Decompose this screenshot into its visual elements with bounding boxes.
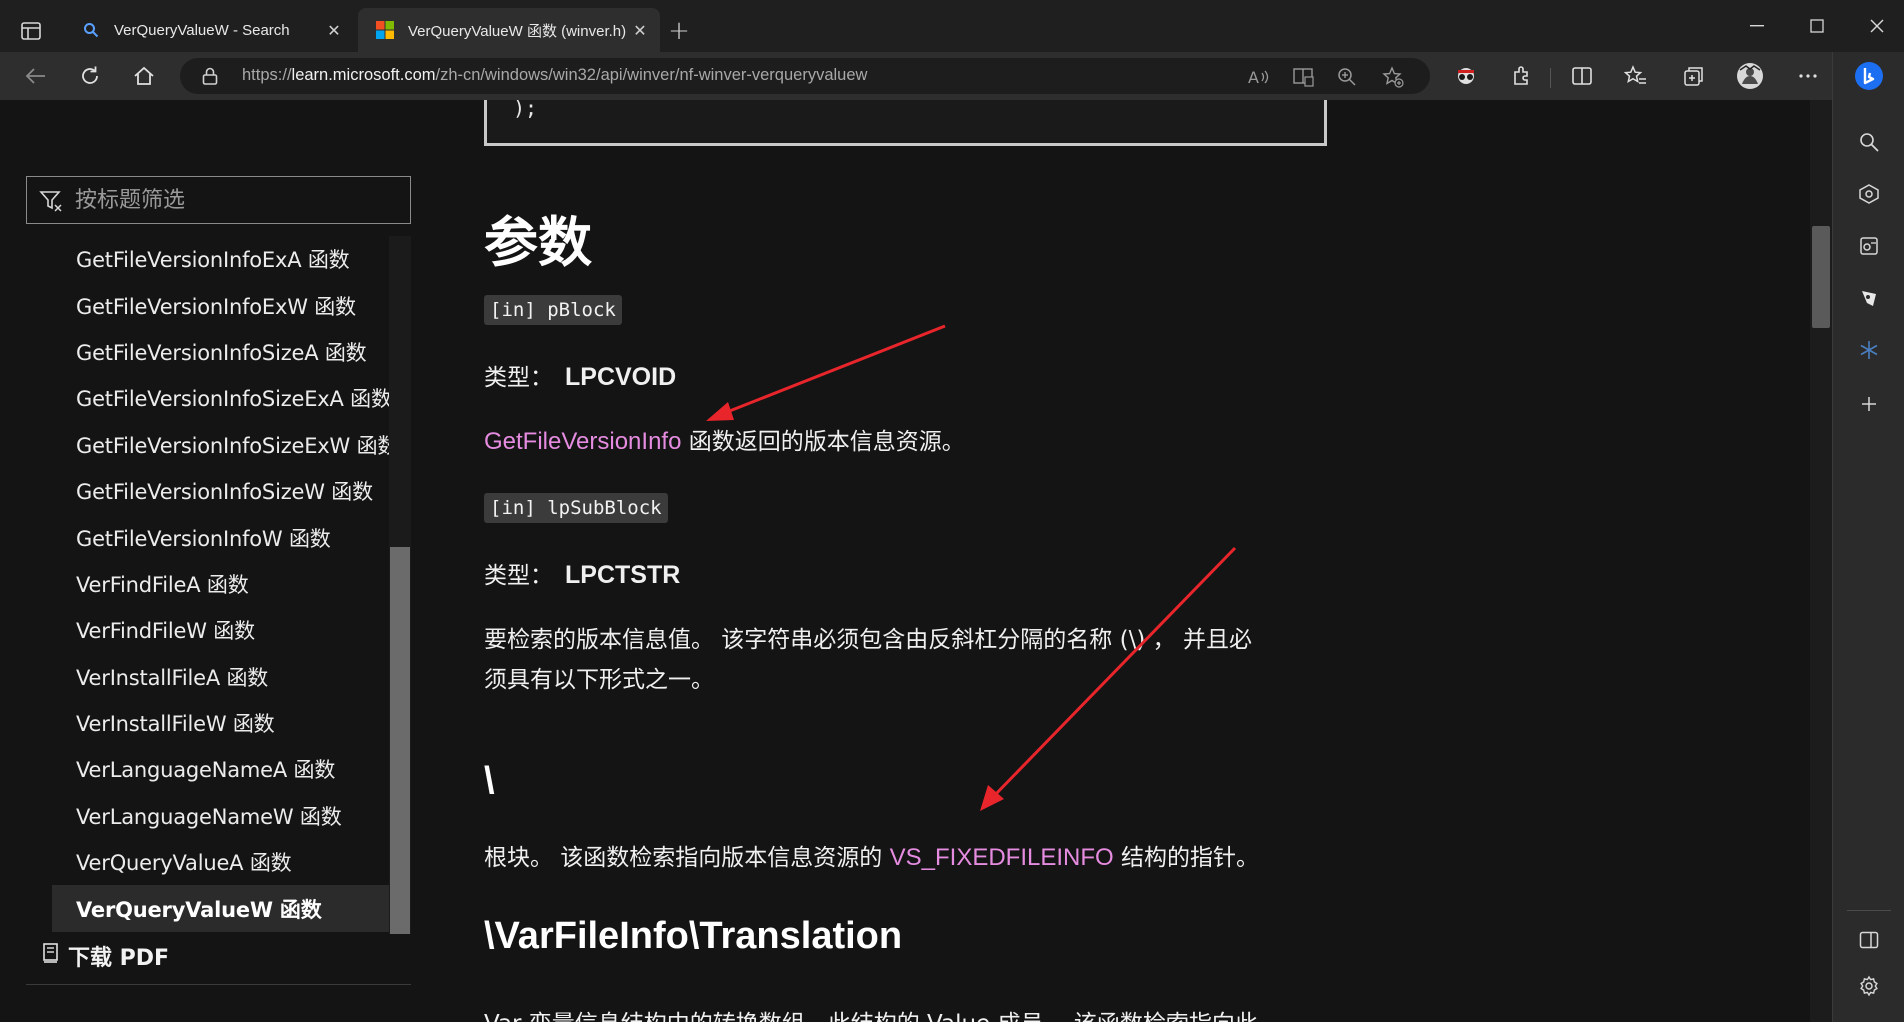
param-lpsubblock-tag: [in] lpSubBlock xyxy=(484,493,668,523)
toc-item[interactable]: VerFindFileA 函数 xyxy=(26,561,411,607)
add-sidebar-app-icon[interactable] xyxy=(1853,388,1885,420)
extension-glasses-icon[interactable] xyxy=(1452,62,1480,90)
download-pdf-link[interactable]: 下载 PDF xyxy=(42,938,169,974)
param-pblock-type: 类型： LPCVOID xyxy=(484,357,676,398)
root-heading: \ xyxy=(484,760,495,802)
split-screen-icon[interactable] xyxy=(1568,62,1596,90)
param-pblock-tag: [in] pBlock xyxy=(484,295,622,325)
toc-scrollbar-thumb[interactable] xyxy=(390,547,410,934)
desc-text: 结构的指针。 xyxy=(1113,845,1259,871)
home-icon[interactable] xyxy=(126,60,162,92)
hide-sidebar-icon[interactable] xyxy=(1853,924,1885,956)
type-value: LPCVOID xyxy=(565,363,677,391)
toc-list: GetFileVersionInfoExA 函数 GetFileVersionI… xyxy=(26,236,411,934)
toc-item[interactable]: GetFileVersionInfoSizeW 函数 xyxy=(26,468,411,514)
tab-title: VerQueryValueW - Search xyxy=(114,21,290,39)
desc-text: 函数返回的版本信息资源。 xyxy=(681,429,965,455)
toc-item[interactable]: GetFileVersionInfoExA 函数 xyxy=(26,236,411,282)
divider xyxy=(1847,910,1891,911)
pdf-document-icon xyxy=(42,943,60,969)
desc-text: 根块。 该函数检索指向版本信息资源的 xyxy=(484,845,890,871)
toc-item[interactable]: GetFileVersionInfoW 函数 xyxy=(26,514,411,560)
games-icon[interactable] xyxy=(1853,282,1885,314)
article-content: ); 参数 [in] pBlock 类型： LPCVOID GetFileVers… xyxy=(450,100,1810,1022)
bing-copilot-icon[interactable] xyxy=(1853,60,1885,92)
toc-item[interactable]: GetFileVersionInfoSizeA 函数 xyxy=(26,329,411,375)
address-bar[interactable]: https://learn.microsoft.com/zh-cn/window… xyxy=(180,58,1430,94)
refresh-icon[interactable] xyxy=(72,60,108,92)
extensions-puzzle-icon[interactable] xyxy=(1508,62,1536,90)
immersive-reader-icon[interactable] xyxy=(1292,66,1314,88)
toc-item[interactable]: VerQueryValueA 函数 xyxy=(26,839,411,885)
parameters-heading: 参数 xyxy=(484,211,592,274)
tab-search[interactable]: VerQueryValueW - Search ✕ xyxy=(64,8,354,52)
root-desc: 根块。 该函数检索指向版本信息资源的 VS_FIXEDFILEINFO 结构的指… xyxy=(484,838,1259,878)
translation-heading: \VarFileInfo\Translation xyxy=(484,915,903,957)
search-icon xyxy=(82,21,100,39)
url-scheme: https:// xyxy=(242,66,292,84)
snowflake-extension-icon[interactable] xyxy=(1853,334,1885,366)
svg-text:A: A xyxy=(1248,68,1259,86)
maximize-icon[interactable] xyxy=(1790,8,1844,44)
url-host: learn.microsoft.com xyxy=(291,66,436,84)
favorites-icon[interactable] xyxy=(1622,62,1650,90)
microsoft-logo-icon xyxy=(376,21,394,39)
toc-item[interactable]: VerInstallFileW 函数 xyxy=(26,700,411,746)
getfileversioninfo-link[interactable]: GetFileVersionInfo xyxy=(484,428,681,455)
param-pblock-desc: GetFileVersionInfo 函数返回的版本信息资源。 xyxy=(484,422,965,462)
read-aloud-icon[interactable]: A xyxy=(1248,66,1270,88)
filter-input[interactable] xyxy=(75,177,395,223)
back-arrow-icon[interactable] xyxy=(18,60,54,92)
tab-verqueryvaluew[interactable]: VerQueryValueW 函数 (winver.h) ✕ xyxy=(358,8,660,52)
param-lpsubblock-type: 类型： LPCTSTR xyxy=(484,555,680,596)
toc-sidebar: GetFileVersionInfoExA 函数 GetFileVersionI… xyxy=(0,100,450,1022)
close-tab-icon[interactable]: ✕ xyxy=(630,20,650,40)
toc-item-active[interactable]: VerQueryValueW 函数 xyxy=(52,885,389,932)
tab-title: VerQueryValueW 函数 (winver.h) xyxy=(408,22,627,40)
type-value: LPCTSTR xyxy=(565,561,681,589)
type-label: 类型： xyxy=(484,365,553,391)
url-path: /zh-cn/windows/win32/api/winver/nf-winve… xyxy=(435,66,868,84)
filter-box[interactable] xyxy=(26,176,411,224)
outlook-icon[interactable] xyxy=(1853,230,1885,262)
filter-icon xyxy=(39,190,63,216)
browser-toolbar: https://learn.microsoft.com/zh-cn/window… xyxy=(0,52,1904,100)
param-lpsubblock-desc-line2: 须具有以下形式之一。 xyxy=(484,667,714,693)
settings-gear-icon[interactable] xyxy=(1853,970,1885,1002)
toolbar-separator xyxy=(1550,68,1551,88)
close-tab-icon[interactable]: ✕ xyxy=(324,20,344,40)
tab-actions-icon[interactable] xyxy=(14,14,48,48)
zoom-icon[interactable] xyxy=(1336,66,1358,88)
url-text[interactable]: https://learn.microsoft.com/zh-cn/window… xyxy=(242,66,867,85)
divider xyxy=(26,984,411,985)
toc-item[interactable]: VerLanguageNameA 函数 xyxy=(26,746,411,792)
more-options-icon[interactable] xyxy=(1794,62,1822,90)
code-text: ); xyxy=(513,100,538,120)
code-block: ); xyxy=(484,100,1327,146)
toc-item[interactable]: GetFileVersionInfoSizeExW 函数 xyxy=(26,422,411,468)
search-icon[interactable] xyxy=(1853,126,1885,158)
toc-item[interactable]: GetFileVersionInfoSizeExA 函数 xyxy=(26,375,411,421)
collections-icon[interactable] xyxy=(1680,62,1708,90)
minimize-icon[interactable] xyxy=(1730,8,1784,44)
vs-fixedfileinfo-link[interactable]: VS_FIXEDFILEINFO xyxy=(890,844,1114,871)
toc-item[interactable]: GetFileVersionInfoExW 函数 xyxy=(26,282,411,328)
edge-sidebar xyxy=(1832,52,1904,1022)
toc-item[interactable]: VerLanguageNameW 函数 xyxy=(26,793,411,839)
new-tab-button[interactable]: + xyxy=(664,16,694,46)
type-label: 类型： xyxy=(484,563,553,589)
page-scrollbar-thumb[interactable] xyxy=(1812,226,1830,328)
tab-strip: VerQueryValueW - Search ✕ VerQueryValueW… xyxy=(0,0,1904,52)
profile-avatar[interactable] xyxy=(1736,62,1764,90)
close-window-icon[interactable] xyxy=(1850,8,1904,44)
toc-item[interactable]: VerInstallFileA 函数 xyxy=(26,654,411,700)
param-lpsubblock-desc-line1: 要检索的版本信息值。 该字符串必须包含由反斜杠分隔的名称 (\) ， 并且必 xyxy=(484,627,1252,653)
translation-desc: Var 变量信息结构中的转换数组 - 此结构的 Value 成员。 该函数检索指… xyxy=(484,1004,1258,1022)
download-pdf-label: 下载 PDF xyxy=(68,946,170,971)
toc-item[interactable]: VerFindFileW 函数 xyxy=(26,607,411,653)
add-favorite-icon[interactable] xyxy=(1382,66,1404,88)
lock-icon[interactable] xyxy=(202,67,218,89)
shopping-icon[interactable] xyxy=(1853,178,1885,210)
